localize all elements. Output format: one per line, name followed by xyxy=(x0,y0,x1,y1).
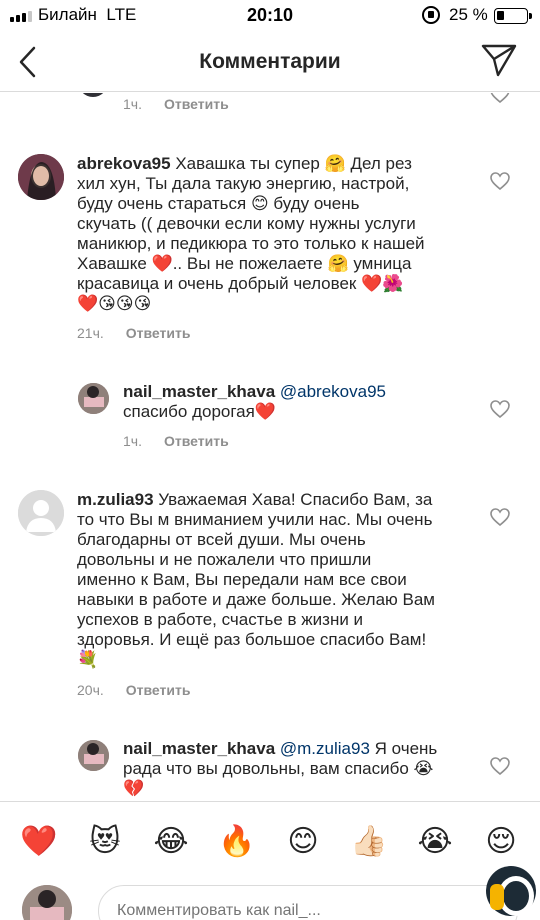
comment-username[interactable]: nail_master_khava xyxy=(123,739,275,758)
reply-button[interactable]: Ответить xyxy=(126,682,191,698)
comment-line: m.zulia93 Уважаемая Хава! Спасибо Вам, з… xyxy=(77,490,477,510)
avatar[interactable] xyxy=(78,93,108,97)
emoji-laughing-button[interactable]: 😂 xyxy=(149,824,193,859)
comment-username[interactable]: m.zulia93 xyxy=(77,490,154,509)
comment-line: nail_master_khava @abrekova95 xyxy=(123,382,483,402)
reply-body: nail_master_khava @m.zulia93 Я очень рад… xyxy=(123,739,483,799)
comment-text-line: навыки в работе и даже больше. Желаю Вам xyxy=(77,590,435,609)
emoji-smile-button[interactable]: 😊 xyxy=(281,824,325,859)
comment-text-line: именно к Вам, Вы передали нам все свои xyxy=(77,570,407,589)
comment-time: 21ч. xyxy=(77,325,104,341)
status-bar: Билайн LTE 20:10 25 % xyxy=(0,0,540,32)
like-heart-icon[interactable] xyxy=(490,508,510,526)
comment-text-line: Хавашка ты супер 🤗 Дел рез xyxy=(175,154,412,173)
comment-body: abrekova95 Хавашка ты супер 🤗 Дел рез хи… xyxy=(77,154,477,314)
comment-meta: 1ч. Ответить xyxy=(123,96,229,112)
avatar-photo xyxy=(22,885,72,920)
battery-icon xyxy=(494,8,532,24)
comment-username[interactable]: nail_master_khava xyxy=(123,382,275,401)
reply-button[interactable]: Ответить xyxy=(126,325,191,341)
like-heart-icon[interactable] xyxy=(490,400,510,418)
comment-text-line: здоровья. И ещё раз большое спасибо Вам! xyxy=(77,630,427,649)
like-heart-icon[interactable] xyxy=(490,172,510,190)
comment-text-line: 💐 xyxy=(77,650,99,669)
comment-text-line: благодарны от всей души. Мы очень xyxy=(77,530,366,549)
comment-meta: 21ч. Ответить xyxy=(77,325,190,341)
emoji-heart-button[interactable]: ❤️ xyxy=(17,824,61,859)
default-user-icon xyxy=(18,490,64,536)
paper-plane-icon xyxy=(481,44,517,77)
comment-composer xyxy=(0,881,540,920)
page-title: Комментарии xyxy=(199,50,341,73)
comment-text-line: буду очень стараться 😊 буду очень xyxy=(77,194,360,213)
comment-meta: 20ч. Ответить xyxy=(77,682,190,698)
avatar-photo xyxy=(78,740,109,771)
my-avatar xyxy=(22,885,72,920)
emoji-fire-button[interactable]: 🔥 xyxy=(215,824,259,859)
avatar[interactable] xyxy=(18,490,64,536)
reply-body: nail_master_khava @abrekova95 спасибо до… xyxy=(123,382,483,422)
battery-percent: 25 % xyxy=(449,5,488,24)
comment-text-line: рада что вы довольны, вам спасибо 😭 xyxy=(123,759,434,778)
comment-text-line: красавица и очень добрый человек ❤️🌺 xyxy=(77,274,404,293)
comment-text-line: 💔 xyxy=(123,779,145,798)
comment-line: abrekova95 Хавашка ты супер 🤗 Дел рез xyxy=(77,154,477,174)
comment-line: nail_master_khava @m.zulia93 Я очень xyxy=(123,739,483,759)
like-heart-icon[interactable] xyxy=(490,93,510,103)
comment-meta: 1ч. Ответить xyxy=(123,433,229,449)
avatar[interactable] xyxy=(18,154,64,200)
mention-link[interactable]: @abrekova95 xyxy=(280,382,386,401)
nav-bar: Комментарии xyxy=(0,32,540,92)
share-direct-button[interactable] xyxy=(480,42,518,78)
comment-text-line: скучать (( девочки если кому нужны услуг… xyxy=(77,214,416,233)
avatar-photo xyxy=(18,154,64,200)
overlay-logo-icon xyxy=(486,866,536,916)
comment-text-line: маникюр, и педикюра то это только к наше… xyxy=(77,234,425,253)
comment-text-line: ❤️😘😘😘 xyxy=(77,294,152,313)
comment-time: 1ч. xyxy=(123,433,142,449)
comment-body: m.zulia93 Уважаемая Хава! Спасибо Вам, з… xyxy=(77,490,477,670)
like-heart-icon[interactable] xyxy=(490,757,510,775)
comment-text-line: Уважаемая Хава! Спасибо Вам, за xyxy=(158,490,433,509)
comment-input[interactable] xyxy=(98,885,518,920)
comment-text-line: Я очень xyxy=(374,739,438,758)
comment-text-line: довольны и не пожалели что пришли xyxy=(77,550,372,569)
emoji-crying-button[interactable]: 😭 xyxy=(413,824,457,859)
emoji-reaction-bar: ❤️ 😻 😂 🔥 😊 👍🏻 😭 😌 xyxy=(0,801,540,881)
avatar[interactable] xyxy=(78,383,109,414)
comment-text-line: успехов в работе, счастье в жизни и xyxy=(77,610,364,629)
comment-time: 20ч. xyxy=(77,682,104,698)
reply-button[interactable]: Ответить xyxy=(164,433,229,449)
emoji-thumbs-up-button[interactable]: 👍🏻 xyxy=(347,824,391,859)
comment-text-line: то что Вы м вниманием учили нас. Мы очен… xyxy=(77,510,433,529)
comment-text-line: спасибо дорогая❤️ xyxy=(123,402,277,421)
emoji-heart-eyes-cat-button[interactable]: 😻 xyxy=(83,824,127,859)
comments-list[interactable]: 1ч. Ответить abrekova95 Хавашка ты супер… xyxy=(0,93,540,801)
emoji-relieved-button[interactable]: 😌 xyxy=(479,824,523,859)
mention-link[interactable]: @m.zulia93 xyxy=(280,739,370,758)
avatar[interactable] xyxy=(78,740,109,771)
comment-time: 1ч. xyxy=(123,96,142,112)
comment-username[interactable]: abrekova95 xyxy=(77,154,171,173)
orientation-lock-icon xyxy=(422,6,440,24)
comment-text-line: Хавашке ❤️.. Вы не пожелаете 🤗 умница xyxy=(77,254,412,273)
reply-button[interactable]: Ответить xyxy=(164,96,229,112)
comment-text-line: хил хун, Ты дала такую энергию, настрой, xyxy=(77,174,410,193)
avatar-photo xyxy=(78,383,109,414)
